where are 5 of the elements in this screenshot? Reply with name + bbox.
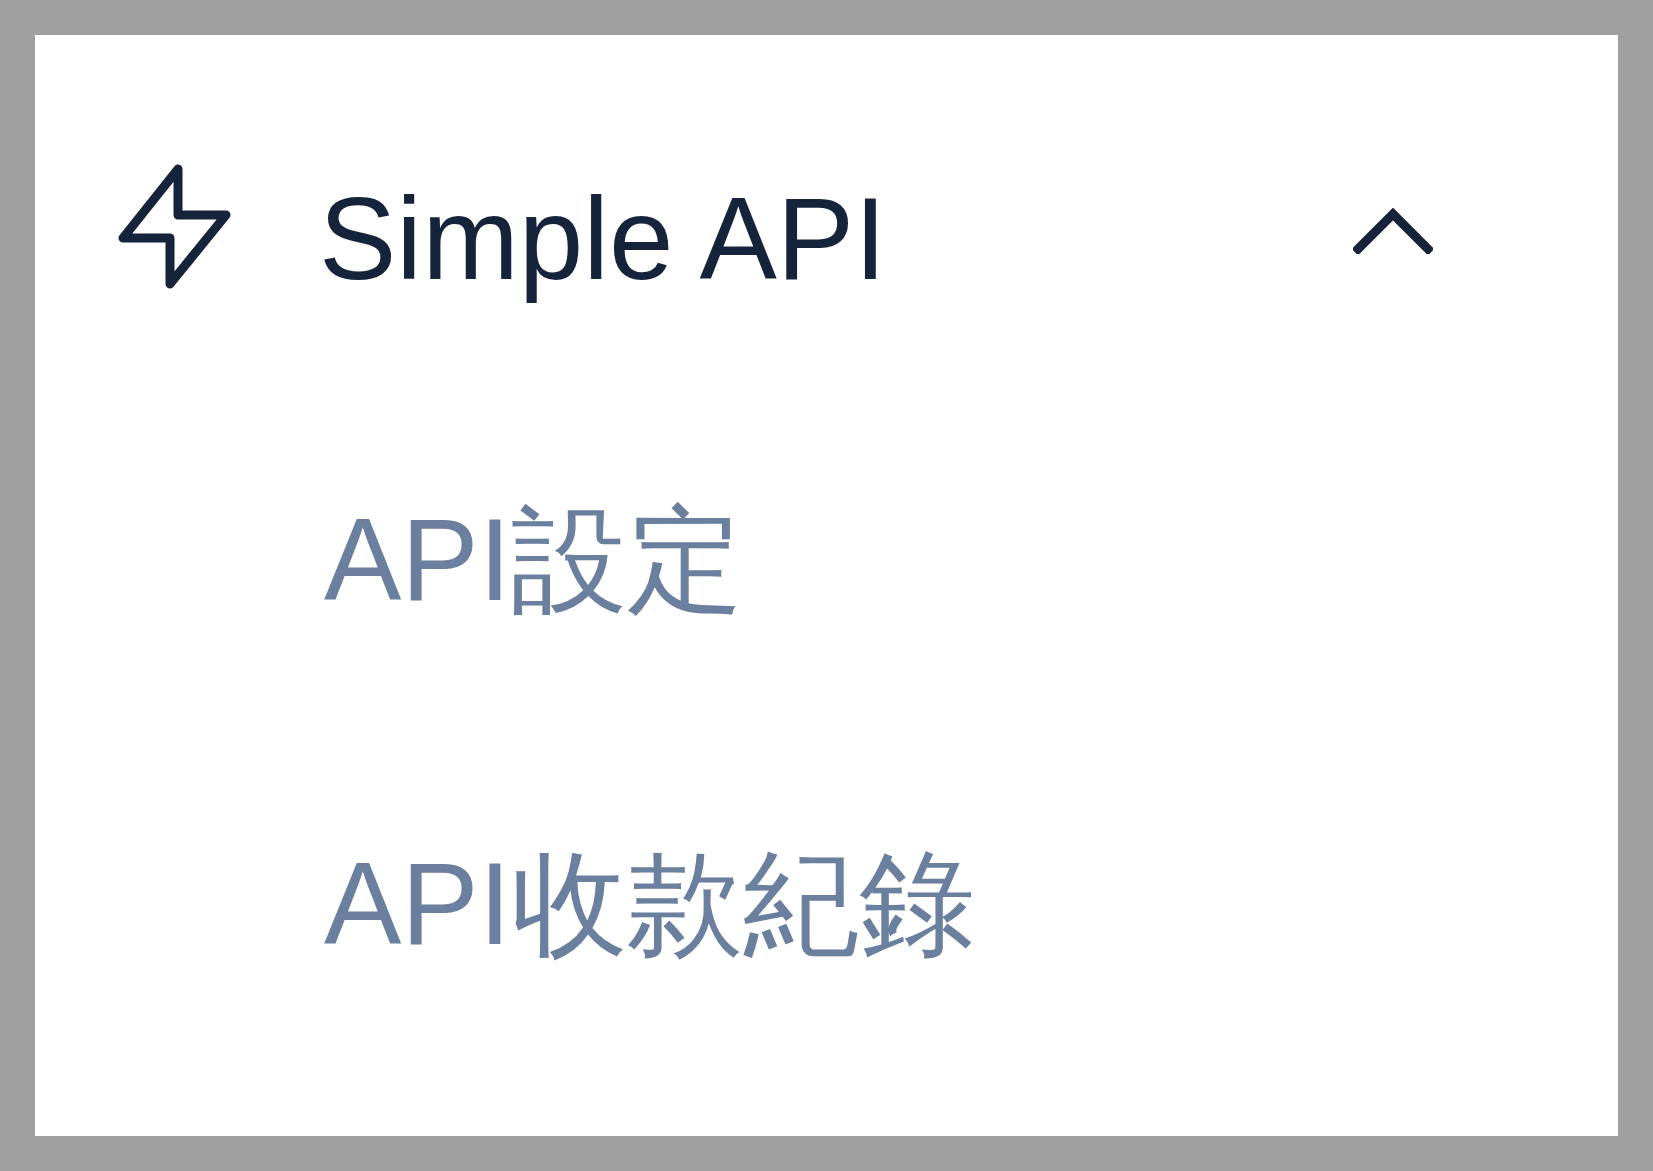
chevron-up-icon	[1353, 208, 1433, 255]
submenu-item[interactable]: API設定	[324, 501, 743, 618]
lightning-bolt-icon	[118, 164, 231, 290]
submenu-item[interactable]: API收款紀錄	[324, 845, 975, 962]
menu-group-toggle[interactable]: Simple API	[118, 164, 1433, 315]
